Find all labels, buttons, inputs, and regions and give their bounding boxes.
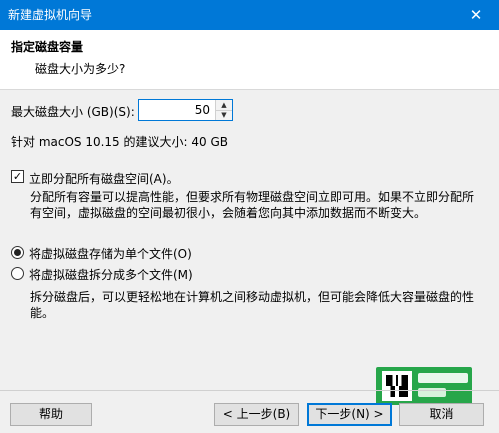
disk-size-label: 最大磁盘大小 (GB)(S):: [11, 105, 135, 119]
multi-file-radio[interactable]: [11, 267, 24, 280]
qr-code-icon: [382, 371, 412, 401]
spin-down-icon[interactable]: ▼: [216, 110, 232, 120]
multi-file-label[interactable]: 将虚拟磁盘拆分成多个文件(M): [29, 266, 193, 283]
window-title: 新建虚拟机向导: [8, 8, 93, 22]
multi-file-description: 拆分磁盘后，可以更轻松地在计算机之间移动虚拟机，但可能会降低大容量磁盘的性能。: [30, 290, 475, 320]
single-file-label[interactable]: 将虚拟磁盘存储为单个文件(O): [29, 245, 192, 262]
disk-size-stepper[interactable]: 50 ▲ ▼: [138, 99, 233, 121]
cancel-button[interactable]: 取消: [399, 403, 484, 426]
wizard-header: 指定磁盘容量 磁盘大小为多少?: [0, 30, 499, 90]
disk-size-input[interactable]: 50: [195, 103, 210, 117]
allocate-description: 分配所有容量可以提高性能，但要求所有物理磁盘空间立即可用。如果不立即分配所有空间…: [30, 190, 475, 220]
widget-line: [418, 373, 468, 383]
allocate-label[interactable]: 立即分配所有磁盘空间(A)。: [29, 170, 179, 187]
recommended-size-text: 针对 macOS 10.15 的建议大小: 40 GB: [11, 135, 228, 149]
back-button[interactable]: < 上一步(B): [214, 403, 299, 426]
title-bar: 新建虚拟机向导 ✕: [0, 0, 499, 30]
help-button[interactable]: 帮助: [10, 403, 92, 426]
spin-buttons: ▲ ▼: [215, 100, 232, 120]
allocate-checkbox[interactable]: ✓: [11, 170, 24, 183]
close-icon[interactable]: ✕: [453, 0, 499, 30]
page-title: 指定磁盘容量: [11, 40, 84, 54]
single-file-radio[interactable]: [11, 246, 24, 259]
next-button[interactable]: 下一步(N) >: [307, 403, 392, 426]
page-subtitle: 磁盘大小为多少?: [35, 62, 126, 76]
qr-code-widget: [376, 367, 472, 405]
button-separator: [0, 390, 499, 391]
